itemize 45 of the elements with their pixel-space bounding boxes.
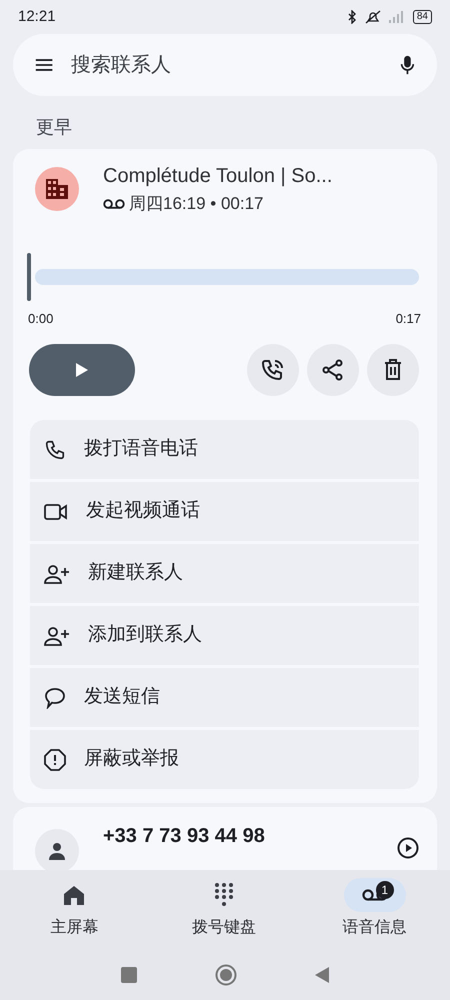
video-camera-icon xyxy=(44,502,68,520)
add-person-icon xyxy=(44,564,70,584)
action-item[interactable]: 拨打语音电话 xyxy=(30,420,419,479)
building-icon xyxy=(46,178,68,199)
home-button-icon[interactable] xyxy=(215,964,237,986)
total-duration: 0:17 xyxy=(396,310,421,328)
phone-icon xyxy=(44,438,66,460)
call-details: 周四16:19 • 00:17 xyxy=(129,193,264,215)
microphone-icon[interactable] xyxy=(400,53,415,77)
search-field[interactable]: 搜索联系人 xyxy=(69,49,384,81)
home-icon xyxy=(63,885,86,905)
count-badge: 1 xyxy=(376,881,394,899)
section-header: 更早 xyxy=(35,116,73,139)
nav-tab[interactable]: 主屏幕 xyxy=(0,870,149,950)
back-icon[interactable] xyxy=(315,967,329,983)
trash-icon xyxy=(384,359,402,381)
play-circle-icon[interactable] xyxy=(397,837,419,859)
action-item[interactable]: 发送短信 xyxy=(30,668,419,727)
play-icon xyxy=(76,363,88,377)
add-person-icon xyxy=(44,626,70,646)
status-time: 12:21 xyxy=(18,6,56,27)
action-item[interactable]: 新建联系人 xyxy=(30,544,419,603)
playback-thumb[interactable] xyxy=(27,252,31,300)
nav-tab[interactable]: 拨号键盘 xyxy=(148,870,300,950)
action-item[interactable]: 添加到联系人 xyxy=(30,606,419,665)
action-item[interactable]: 屏蔽或举报 xyxy=(30,730,419,789)
signal-icon xyxy=(388,11,405,23)
contact-name: Complétude Toulon | So... xyxy=(103,164,332,189)
play-button[interactable] xyxy=(29,344,135,396)
bluetooth-icon xyxy=(348,10,357,24)
search-bar[interactable]: 搜索联系人 xyxy=(13,34,437,96)
person-icon xyxy=(49,842,65,860)
menu-icon[interactable] xyxy=(35,57,54,73)
muted-bell-icon xyxy=(364,10,381,24)
elapsed-time: 0:00 xyxy=(28,310,54,328)
action-item[interactable]: 发起视频通话 xyxy=(30,482,419,541)
dialpad-icon xyxy=(214,882,234,908)
voicemail-icon xyxy=(103,198,125,210)
message-bubble-icon xyxy=(44,686,66,708)
phone-number: +33 7 73 93 44 98 xyxy=(103,824,266,849)
share-icon xyxy=(322,359,344,381)
battery-indicator: 84 xyxy=(412,10,432,24)
nav-tab[interactable]: 1 语音信息 xyxy=(299,870,450,950)
alert-icon xyxy=(44,748,66,770)
phone-icon xyxy=(261,358,285,382)
